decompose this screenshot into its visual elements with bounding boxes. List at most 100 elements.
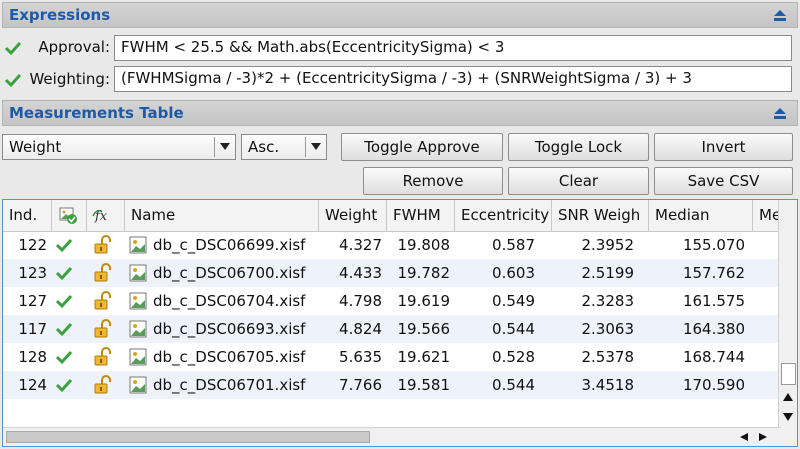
remove-button[interactable]: Remove	[363, 167, 503, 195]
cell-snr-weight: 3.4518	[581, 376, 635, 394]
image-file-icon	[129, 371, 149, 399]
collapse-up-icon[interactable]	[773, 107, 787, 121]
check-icon	[55, 287, 85, 315]
cell-eccentricity: 0.603	[492, 264, 535, 282]
cell-weight: 4.824	[339, 320, 382, 338]
cell-eccentricity: 0.587	[492, 236, 535, 254]
scroll-down-icon[interactable]	[782, 412, 794, 422]
horizontal-scroll-thumb[interactable]	[6, 431, 370, 443]
table-row[interactable]: 124 db_c_DSC06701.xisf 7.766 19.581 0.544 3.4…	[3, 371, 781, 399]
cell-median: 168.744	[682, 348, 745, 366]
weighting-label: Weighting:	[29, 70, 110, 88]
chevron-down-icon	[311, 143, 321, 150]
unlocked-padlock-icon	[93, 315, 119, 343]
column-header-approved[interactable]	[52, 200, 87, 231]
save-csv-button[interactable]: Save CSV	[654, 167, 793, 195]
check-icon	[4, 41, 22, 56]
table-row[interactable]: 123 db_c_DSC06700.xisf 4.433 19.782 0.603 2.5…	[3, 259, 781, 287]
cell-index: 123	[18, 264, 47, 282]
cell-snr-weight: 2.5378	[581, 348, 635, 366]
weighting-expression-input[interactable]: (FWHMSigma / -3)*2 + (EccentricitySigma …	[114, 66, 792, 92]
cell-name: db_c_DSC06700.xisf	[153, 264, 306, 282]
cell-index: 117	[18, 320, 47, 338]
measurements-title: Measurements Table	[9, 104, 184, 122]
cell-fwhm: 19.621	[397, 348, 451, 366]
unlocked-padlock-icon	[93, 287, 119, 315]
cell-name: db_c_DSC06704.xisf	[153, 292, 306, 310]
image-file-icon	[129, 343, 149, 371]
scroll-right-icon[interactable]	[758, 432, 768, 442]
cell-fwhm: 19.581	[397, 376, 451, 394]
unlocked-padlock-icon	[93, 371, 119, 399]
image-file-icon	[129, 287, 149, 315]
table-row[interactable]: 117 db_c_DSC06693.xisf 4.824 19.566 0.544 2.3…	[3, 315, 781, 343]
column-header-locked[interactable]: fx	[87, 200, 125, 231]
cell-index: 127	[18, 292, 47, 310]
cell-name: db_c_DSC06705.xisf	[153, 348, 306, 366]
cell-snr-weight: 2.3283	[581, 292, 635, 310]
cell-snr-weight: 2.3063	[581, 320, 635, 338]
cell-name: db_c_DSC06699.xisf	[153, 236, 306, 254]
column-header-snr-weight[interactable]: SNR Weigh	[552, 200, 649, 231]
horizontal-scrollbar[interactable]	[3, 427, 781, 446]
vertical-scrollbar[interactable]	[778, 200, 797, 446]
table-row[interactable]: 127 db_c_DSC06704.xisf 4.798 19.619 0.549 2.3…	[3, 287, 781, 315]
check-icon	[55, 371, 85, 399]
cell-weight: 4.433	[339, 264, 382, 282]
cell-median: 170.590	[682, 376, 745, 394]
collapse-up-icon[interactable]	[773, 9, 787, 23]
scroll-up-icon[interactable]	[782, 392, 794, 402]
sort-field-value: Weight	[9, 138, 62, 156]
measurements-table[interactable]: Ind. fx Name Weight FWHM Eccentricity SN…	[2, 199, 798, 447]
measurements-section-header[interactable]: Measurements Table	[2, 100, 798, 126]
column-header-median[interactable]: Median	[649, 200, 753, 231]
column-header-index[interactable]: Ind.	[3, 200, 52, 231]
cell-index: 128	[18, 348, 47, 366]
cell-weight: 5.635	[339, 348, 382, 366]
cell-eccentricity: 0.528	[492, 348, 535, 366]
check-icon	[55, 343, 85, 371]
column-header-eccentricity[interactable]: Eccentricity	[455, 200, 552, 231]
sort-field-select[interactable]: Weight	[2, 134, 236, 160]
approved-image-icon	[59, 207, 77, 224]
sort-order-select[interactable]: Asc.	[241, 134, 327, 160]
vertical-scroll-thumb[interactable]	[781, 363, 796, 385]
column-header-fwhm[interactable]: FWHM	[387, 200, 455, 231]
scroll-left-icon[interactable]	[739, 432, 749, 442]
image-file-icon	[129, 315, 149, 343]
unlocked-padlock-icon	[93, 259, 119, 287]
cell-eccentricity: 0.544	[492, 320, 535, 338]
column-header-weight[interactable]: Weight	[319, 200, 387, 231]
weight-function-icon: fx	[92, 209, 108, 224]
column-header-name[interactable]: Name	[125, 200, 319, 231]
approval-expression-input[interactable]: FWHM < 25.5 && Math.abs(EccentricitySigm…	[114, 35, 792, 61]
sort-order-value: Asc.	[248, 138, 280, 156]
cell-fwhm: 19.808	[397, 236, 451, 254]
cell-fwhm: 19.782	[397, 264, 451, 282]
approval-row: Approval: FWHM < 25.5 && Math.abs(Eccent…	[0, 33, 800, 63]
check-icon	[55, 315, 85, 343]
table-header: Ind. fx Name Weight FWHM Eccentricity SN…	[3, 200, 781, 232]
toggle-lock-button[interactable]: Toggle Lock	[508, 133, 649, 161]
invert-button[interactable]: Invert	[654, 133, 793, 161]
check-icon	[55, 231, 85, 259]
image-file-icon	[129, 231, 149, 259]
cell-fwhm: 19.566	[397, 320, 451, 338]
weighting-row: Weighting: (FWHMSigma / -3)*2 + (Eccentr…	[0, 64, 800, 94]
cell-snr-weight: 2.5199	[581, 264, 635, 282]
cell-median: 155.070	[682, 236, 745, 254]
cell-eccentricity: 0.544	[492, 376, 535, 394]
table-row[interactable]: 122 db_c_DSC06699.xisf 4.327 19.808 0.587 2.3…	[3, 231, 781, 259]
cell-index: 124	[18, 376, 47, 394]
cell-median: 157.762	[682, 264, 745, 282]
expressions-section-header[interactable]: Expressions	[2, 2, 798, 28]
unlocked-padlock-icon	[93, 343, 119, 371]
check-icon	[55, 259, 85, 287]
table-row[interactable]: 128 db_c_DSC06705.xisf 5.635 19.621 0.528 2.5…	[3, 343, 781, 371]
cell-name: db_c_DSC06693.xisf	[153, 320, 306, 338]
cell-name: db_c_DSC06701.xisf	[153, 376, 306, 394]
chevron-down-icon	[220, 143, 230, 150]
cell-snr-weight: 2.3952	[581, 236, 635, 254]
clear-button[interactable]: Clear	[508, 167, 649, 195]
toggle-approve-button[interactable]: Toggle Approve	[341, 133, 503, 161]
